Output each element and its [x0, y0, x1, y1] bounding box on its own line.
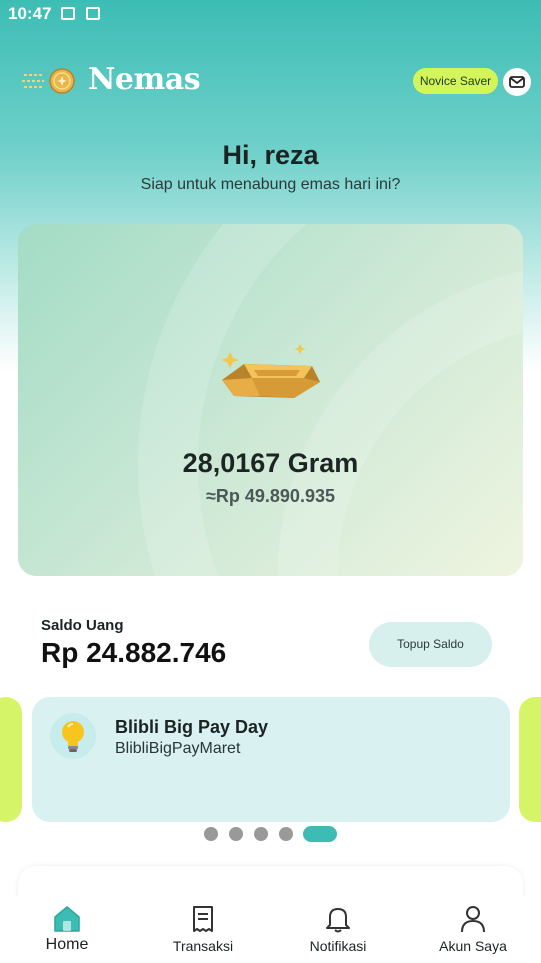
topup-saldo-button[interactable]: Topup Saldo [369, 622, 492, 667]
top-bar: Nemas Novice Saver [0, 60, 541, 104]
carousel-dot-active[interactable] [303, 826, 337, 842]
home-icon [54, 906, 80, 932]
gold-bar-icon [221, 344, 320, 398]
receipt-icon [193, 906, 213, 932]
nav-notifikasi-label: Notifikasi [309, 938, 367, 954]
app-notification-icon [86, 7, 100, 20]
bell-icon [326, 908, 350, 933]
gold-coin-logo-icon [22, 68, 75, 94]
promo-card-previous[interactable] [0, 697, 22, 822]
mail-icon [509, 76, 525, 88]
gallery-notification-icon [61, 7, 75, 20]
nav-akun-saya[interactable]: Akun Saya [418, 896, 528, 963]
status-time: 10:47 [8, 4, 52, 23]
nav-notifikasi[interactable]: Notifikasi [283, 896, 393, 963]
gold-grams: 28,0167 Gram [182, 448, 359, 478]
nav-home[interactable]: Home [12, 896, 122, 963]
status-bar: 10:47 [0, 0, 541, 30]
greeting-subtitle: Siap untuk menabung emas hari ini? [140, 176, 401, 193]
carousel-dot[interactable] [229, 827, 243, 841]
carousel-dot[interactable] [254, 827, 268, 841]
greeting-title: Hi, reza [222, 140, 319, 170]
app-brand-title: Nemas [88, 62, 201, 97]
user-icon [461, 906, 485, 933]
carousel-dot[interactable] [279, 827, 293, 841]
promo-title: Blibli Big Pay Day [115, 717, 269, 737]
level-badge[interactable]: Novice Saver [413, 68, 498, 94]
gold-value-rupiah: ≈Rp 49.890.935 [206, 486, 335, 506]
saldo-amount: Rp 24.882.746 [41, 637, 227, 668]
nav-home-label: Home [45, 936, 89, 953]
promo-icon-container [50, 713, 96, 759]
inbox-button[interactable] [503, 68, 531, 96]
nav-akun-saya-label: Akun Saya [439, 938, 507, 954]
bottom-navigation: Home Transaksi Notifikasi Akun Saya [0, 896, 541, 963]
promo-card[interactable]: Blibli Big Pay Day BlibliBigPayMaret [32, 697, 510, 822]
saldo-label: Saldo Uang [41, 617, 124, 634]
promo-code: BlibliBigPayMaret [115, 740, 241, 757]
nav-transaksi[interactable]: Transaksi [148, 896, 258, 963]
promo-card-next[interactable] [519, 697, 541, 822]
nav-transaksi-label: Transaksi [172, 938, 234, 954]
lightbulb-icon [62, 721, 84, 752]
gold-balance-card[interactable]: 28,0167 Gram ≈Rp 49.890.935 [18, 224, 523, 576]
carousel-dot[interactable] [204, 827, 218, 841]
